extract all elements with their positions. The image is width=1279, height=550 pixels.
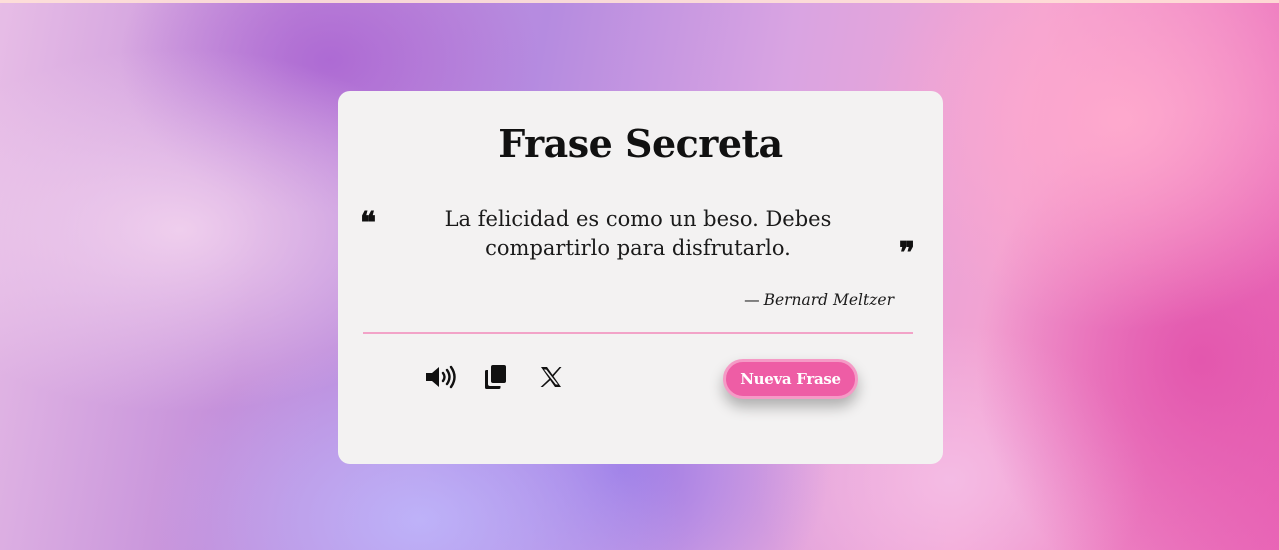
quote-author: — Bernard Meltzer [744, 291, 894, 309]
page-title: Frase Secreta [498, 121, 783, 166]
new-quote-button[interactable]: Nueva Frase [723, 359, 858, 399]
share-x-button[interactable] [533, 359, 569, 395]
divider [363, 332, 913, 334]
quote-card: Frase Secreta ❝ La felicidad es como un … [338, 91, 943, 464]
speak-button[interactable] [422, 359, 458, 395]
copy-icon [485, 365, 506, 389]
x-logo-icon [540, 367, 562, 387]
author-name: Bernard Meltzer [763, 291, 894, 309]
open-quote-icon: ❝ [360, 206, 377, 241]
close-quote-icon: ❞ [898, 236, 915, 271]
quote-text: La felicidad es como un beso. Debes comp… [444, 207, 832, 260]
speaker-icon [426, 365, 456, 389]
author-dash: — [744, 291, 760, 309]
copy-button[interactable] [478, 359, 514, 395]
top-border [0, 0, 1279, 3]
action-bar: Nueva Frase [338, 359, 943, 399]
